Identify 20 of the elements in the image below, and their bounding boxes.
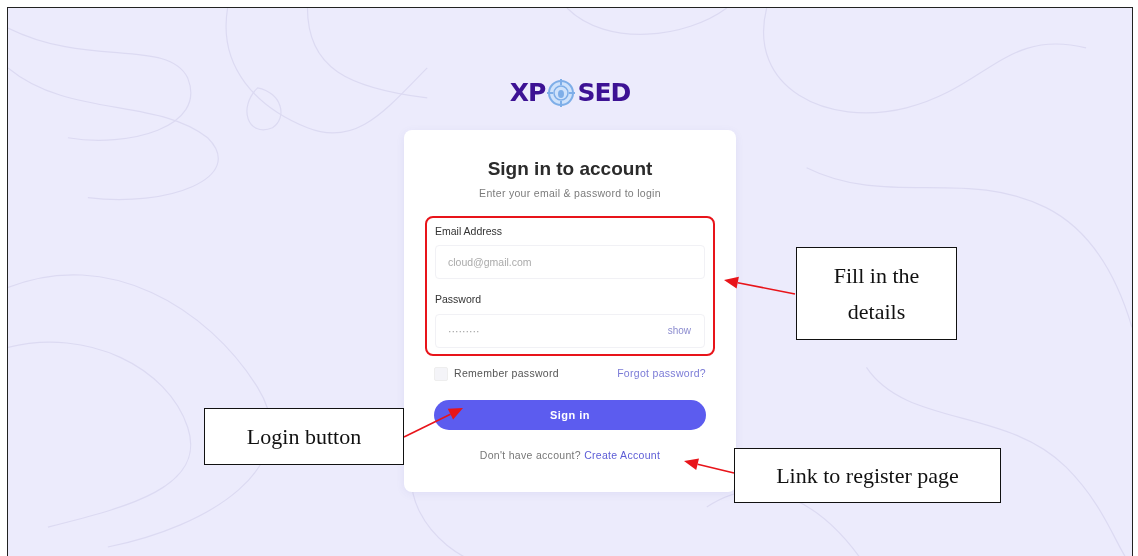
checkbox-label: Remember password [454,366,559,382]
create-account-link[interactable]: Create Account [584,448,661,461]
logo-text: XP [509,77,546,110]
arrow [724,276,796,295]
sign-in-button[interactable]: Sign in [434,399,706,430]
field-label: Email Address [435,223,504,239]
bug-target-icon [546,78,577,108]
field-label: Password [435,292,483,308]
card-title: Sign in to account [486,158,654,181]
callout-box: Link to register page [734,448,1001,503]
callout-box: Fill in the details [796,247,957,340]
input-field[interactable]: cloud@gmail.com [435,245,705,280]
arrow [684,458,735,474]
callout-box: Login button [204,408,404,465]
footer-text: Don't have account? [479,448,581,461]
card-subtitle: Enter your email & password to login [478,185,662,201]
show-toggle[interactable]: show [667,325,691,338]
forgot-password-link[interactable]: Forgot password? [617,366,706,382]
logo-text: SED [577,77,631,110]
arrow [403,408,463,438]
